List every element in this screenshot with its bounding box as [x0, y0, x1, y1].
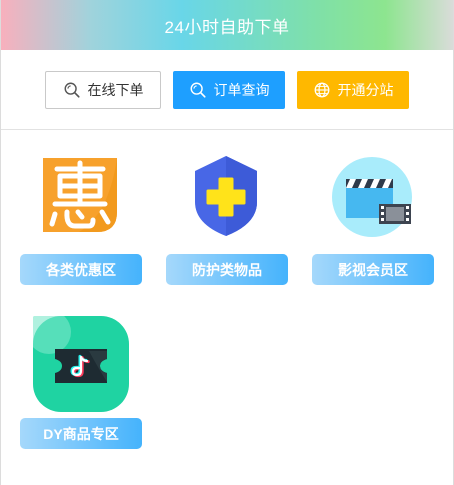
tiktok-ticket-icon — [33, 316, 129, 412]
category-tile-protective[interactable]: 防护类物品 — [166, 152, 288, 288]
category-label: 各类优惠区 — [20, 254, 142, 285]
search-icon — [64, 82, 80, 98]
order-online-label: 在线下单 — [87, 81, 144, 98]
category-tile-discount[interactable]: 各类优惠区 — [20, 152, 142, 288]
page-frame: 24小时自助下单 在线下单 订单查询 开通分站 各类优惠区 防护类物品 影视会员… — [0, 0, 454, 485]
category-label: 影视会员区 — [312, 254, 434, 285]
clapperboard-film-icon — [332, 157, 412, 237]
category-grid: 各类优惠区 防护类物品 影视会员区 DY商品专区 — [1, 130, 453, 484]
shield-cross-icon — [195, 156, 257, 236]
order-online-button[interactable]: 在线下单 — [45, 70, 161, 109]
category-tile-dy-products[interactable]: DY商品专区 — [20, 316, 142, 452]
category-tile-video-membership[interactable]: 影视会员区 — [312, 152, 434, 288]
category-label: 防护类物品 — [166, 254, 288, 285]
category-label: DY商品专区 — [20, 418, 142, 449]
toolbar: 在线下单 订单查询 开通分站 — [1, 50, 453, 130]
open-substation-label: 开通分站 — [337, 81, 394, 98]
discount-hui-icon — [43, 158, 117, 232]
page-header: 24小时自助下单 — [1, 0, 453, 50]
search-icon — [190, 82, 206, 98]
page-title: 24小时自助下单 — [164, 17, 290, 37]
order-query-button[interactable]: 订单查询 — [173, 70, 285, 109]
globe-icon — [314, 82, 329, 97]
order-query-label: 订单查询 — [213, 81, 270, 98]
open-substation-button[interactable]: 开通分站 — [297, 70, 409, 109]
